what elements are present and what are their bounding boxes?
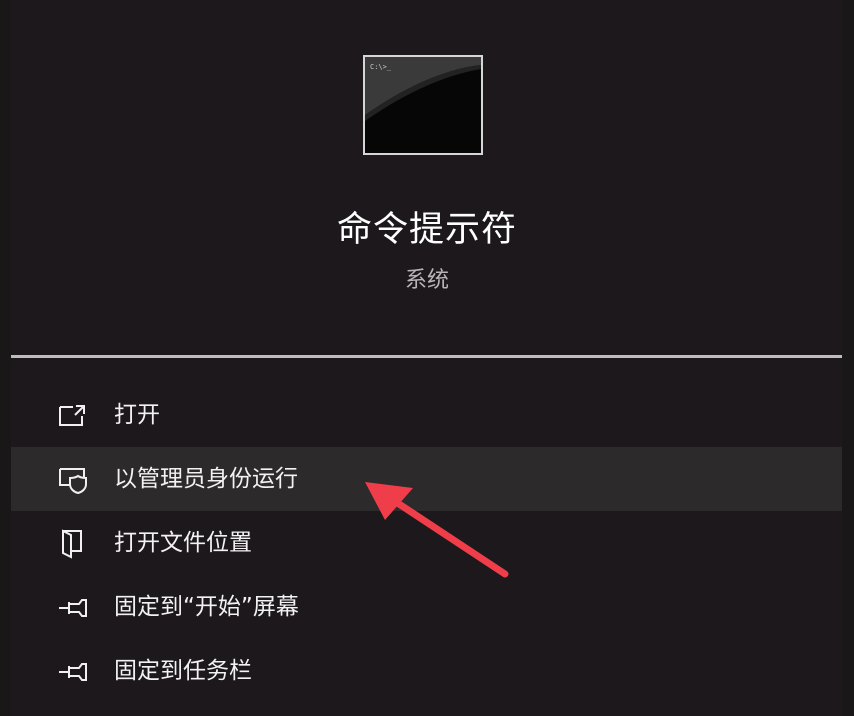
- menu-item-label: 固定到任务栏: [114, 658, 252, 684]
- divider: [11, 355, 842, 358]
- menu-item-pin-to-taskbar[interactable]: 固定到任务栏: [11, 639, 842, 703]
- open-external-icon: [57, 399, 89, 431]
- menu-item-label: 固定到“开始”屏幕: [114, 594, 299, 620]
- annotation-arrow-icon: [365, 482, 509, 578]
- menu-item-label: 打开文件位置: [114, 530, 252, 556]
- shield-admin-icon: [57, 463, 89, 495]
- app-title: 命令提示符: [336, 210, 517, 250]
- menu-item-label: 打开: [114, 402, 160, 428]
- svg-text:C:\>_: C:\>_: [370, 63, 392, 71]
- start-menu-flyout: C:\>_ 命令提示符 系统 打开 以管理员身份运行 打开文件位置 固定到“开始…: [0, 0, 854, 716]
- pin-icon: [57, 655, 89, 687]
- command-prompt-icon: C:\>_: [363, 55, 483, 155]
- file-location-icon: [57, 527, 89, 559]
- menu-item-label: 以管理员身份运行: [114, 466, 298, 492]
- pin-icon: [57, 591, 89, 623]
- app-category: 系统: [404, 268, 449, 293]
- menu-item-open[interactable]: 打开: [11, 383, 842, 447]
